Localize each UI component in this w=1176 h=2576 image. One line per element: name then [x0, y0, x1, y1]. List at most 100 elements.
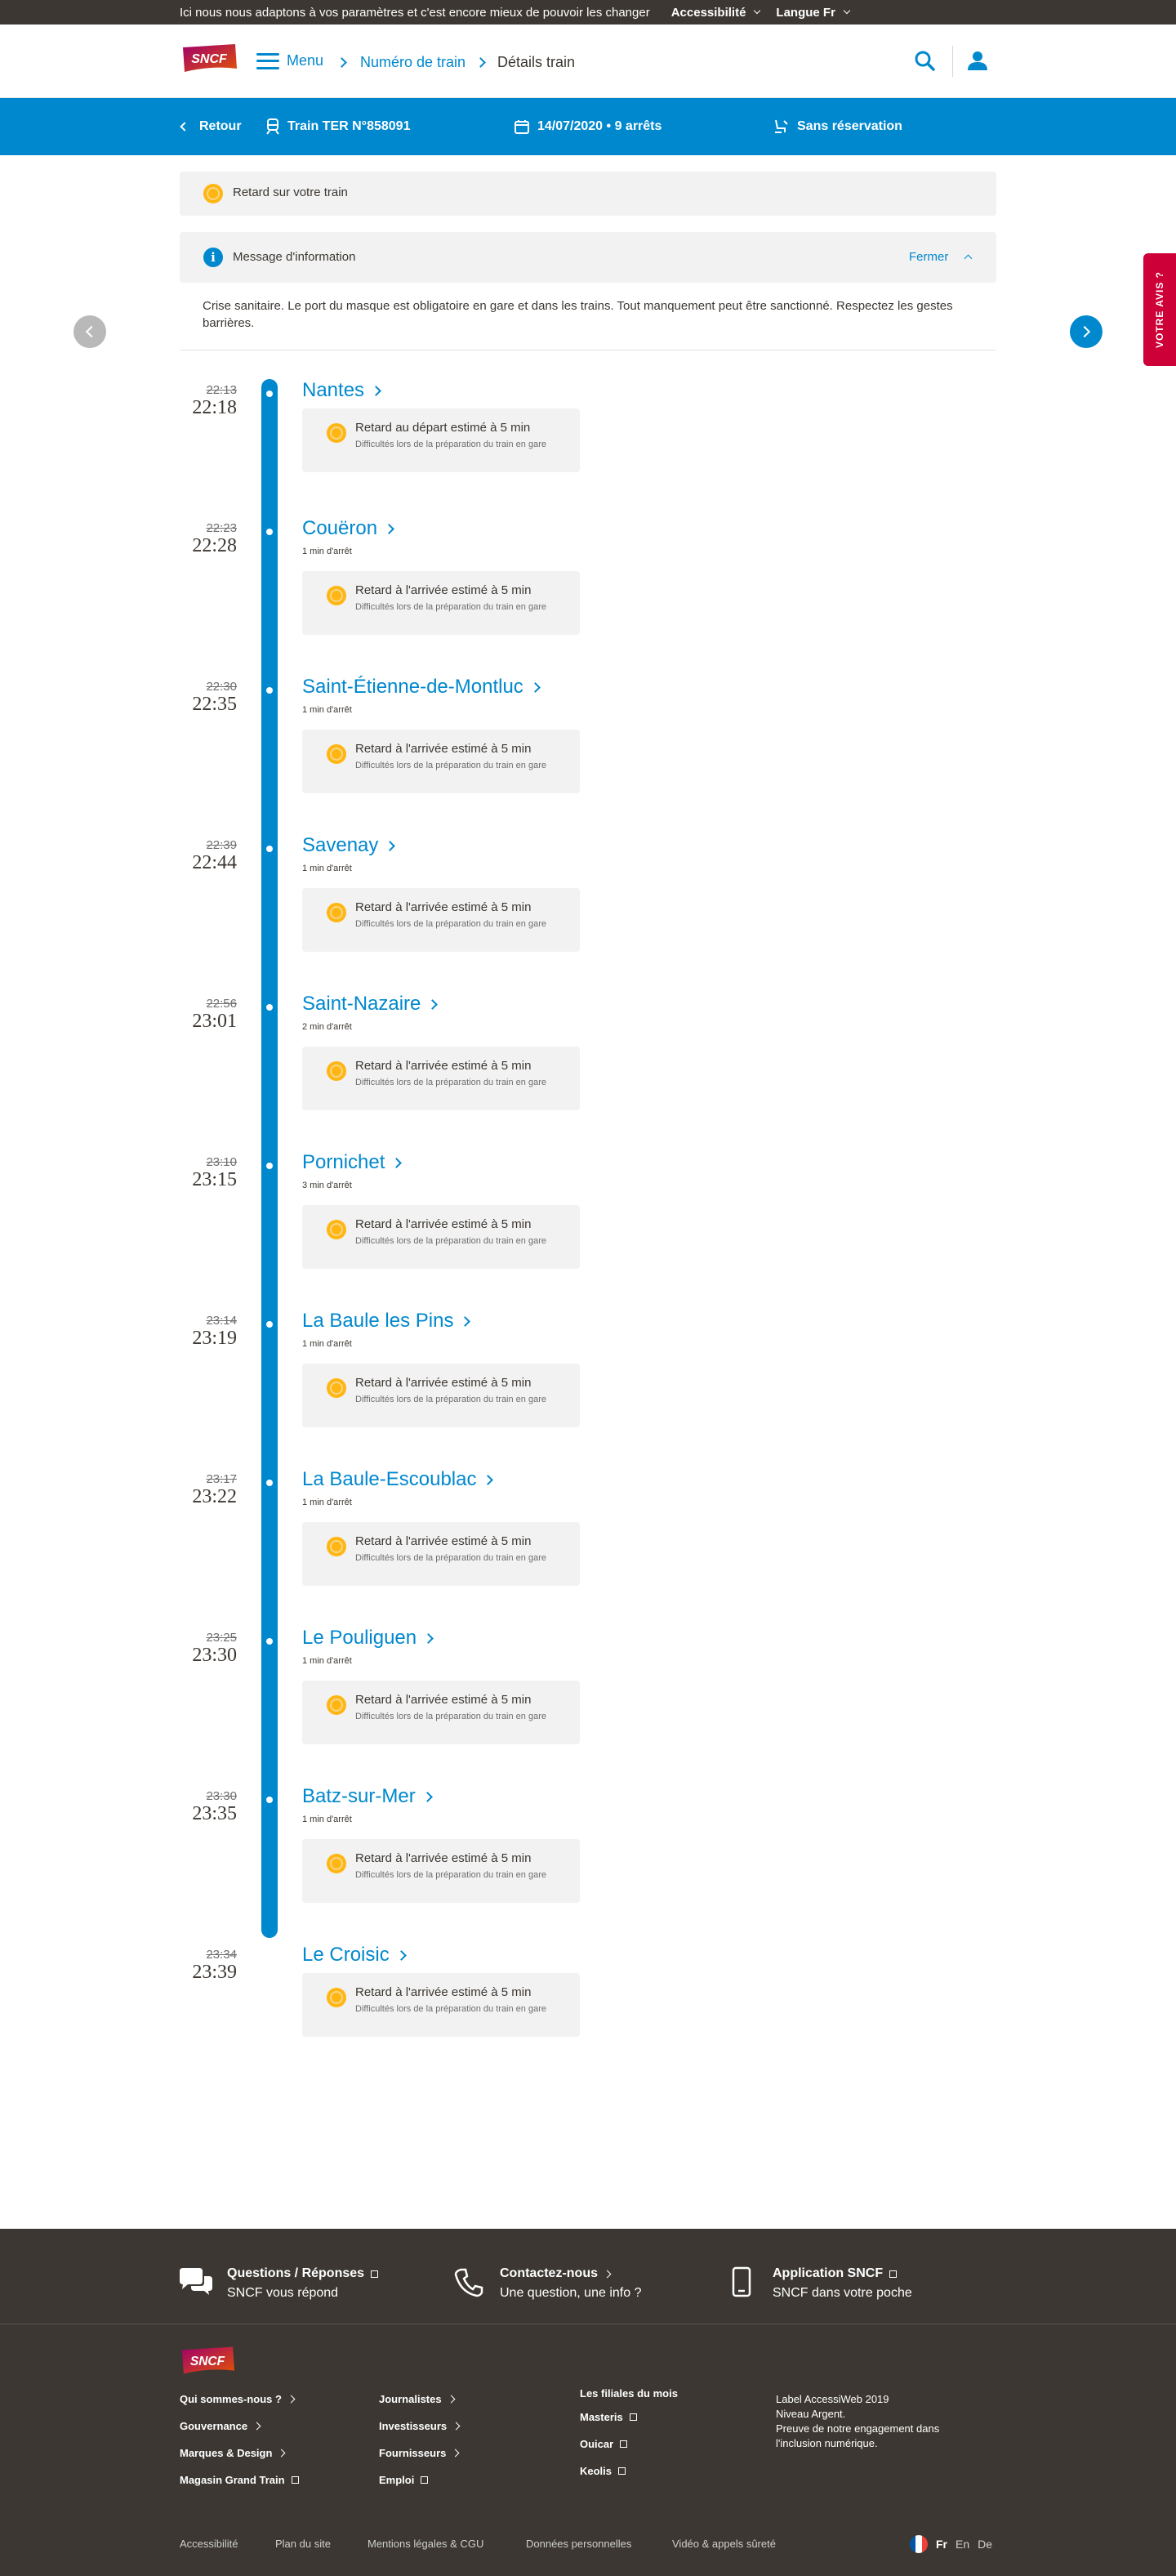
stop-dot [266, 687, 273, 694]
chevron-right-icon [451, 2449, 460, 2458]
accessibility-menu[interactable]: Accessibilité [671, 6, 761, 20]
label-line: Label AccessiWeb 2019 [776, 2393, 889, 2405]
language-de[interactable]: De [978, 2538, 992, 2551]
train-number: Train TER N°858091 [266, 98, 410, 155]
footer-link[interactable]: Marques & Design [180, 2440, 299, 2467]
delay-title: Retard à l'arrivée estimé à 5 min [355, 1693, 532, 1707]
info-text: Crise sanitaire. Le port du masque est o… [203, 299, 953, 330]
info-icon: i [203, 248, 223, 267]
chevron-left-icon [85, 325, 98, 338]
stop-duration: 1 min d'arrêt [302, 1339, 352, 1349]
menu-button[interactable]: Menu [256, 52, 323, 69]
back-label: Retour [199, 119, 242, 133]
stop-duration: 3 min d'arrêt [302, 1181, 352, 1190]
delay-title: Retard à l'arrivée estimé à 5 min [355, 1851, 532, 1865]
footer-bottom-link[interactable]: Données personnelles [526, 2538, 631, 2550]
footer-app-link[interactable]: Application SNCF SNCF dans votre poche [722, 2263, 912, 2302]
hamburger-icon [256, 52, 279, 69]
footer-link[interactable]: Ouicar [580, 2431, 678, 2458]
delay-card: Retard à l'arrivée estimé à 5 min Diffic… [302, 1364, 580, 1427]
scheduled-time: 23:25 [206, 1631, 237, 1645]
delay-title: Retard à l'arrivée estimé à 5 min [355, 1376, 532, 1390]
user-icon[interactable] [964, 47, 991, 75]
previous-button[interactable] [74, 315, 106, 348]
language-menu[interactable]: Langue Fr [776, 6, 851, 20]
timeline-bar [261, 379, 278, 1938]
search-icon[interactable] [911, 47, 939, 75]
station-name: Pornichet [302, 1151, 385, 1173]
footer-bottom-link[interactable]: Plan du site [275, 2538, 331, 2550]
mobile-icon [732, 2266, 751, 2297]
site-footer: Questions / Réponses SNCF vous répond Co… [0, 2229, 1176, 2576]
footer-contact-link[interactable]: Contactez-nous Une question, une info ? [449, 2263, 641, 2302]
reservation-info: Sans réservation [773, 98, 902, 155]
footer-link[interactable]: Journalistes [379, 2386, 459, 2413]
footer-sncf-logo[interactable]: SNCF [179, 2345, 236, 2376]
logo-text: SNCF [190, 2355, 225, 2368]
delay-alert: Retard sur votre train [180, 172, 996, 216]
label-line: Niveau Argent. [776, 2408, 846, 2420]
language-en[interactable]: En [956, 2538, 969, 2551]
footer-link[interactable]: Keolis [580, 2458, 678, 2484]
language-fr[interactable]: Fr [936, 2538, 947, 2551]
sncf-logo[interactable]: SNCF [180, 42, 238, 74]
delay-icon [327, 1378, 346, 1398]
delay-title: Retard à l'arrivée estimé à 5 min [355, 742, 532, 756]
station-link[interactable]: Saint-Étienne-de-Montluc [302, 676, 541, 699]
chevron-right-icon [336, 57, 347, 68]
stop-duration: 1 min d'arrêt [302, 705, 352, 715]
breadcrumb-item-1[interactable]: Numéro de train [336, 54, 466, 71]
station-link[interactable]: Le Pouliguen [302, 1627, 434, 1650]
station-link[interactable]: Pornichet [302, 1151, 403, 1174]
scheduled-time: 22:23 [206, 521, 237, 535]
stop-dot [266, 529, 273, 535]
info-message-header[interactable]: i Message d'information Fermer [180, 232, 996, 283]
stop-duration: 1 min d'arrêt [302, 864, 352, 873]
label-line: l'inclusion numérique. [776, 2437, 878, 2449]
footer-link[interactable]: Masteris [580, 2404, 678, 2431]
station-link[interactable]: La Baule-Escoublac [302, 1468, 494, 1491]
stop-dot [266, 1163, 273, 1169]
footer-link[interactable]: Gouvernance [180, 2413, 299, 2440]
app-title: Application SNCF [773, 2266, 884, 2280]
delay-card: Retard à l'arrivée estimé à 5 min Diffic… [302, 1973, 580, 2037]
station-link[interactable]: Batz-sur-Mer [302, 1785, 433, 1808]
external-link-icon [371, 2270, 379, 2278]
delay-icon [203, 184, 223, 203]
delay-title: Retard à l'arrivée estimé à 5 min [355, 1217, 532, 1231]
back-button[interactable]: Retour [180, 98, 242, 155]
footer-faq-link[interactable]: Questions / Réponses SNCF vous répond [176, 2263, 379, 2302]
delay-card: Retard à l'arrivée estimé à 5 min Diffic… [302, 1047, 580, 1110]
external-link-icon [421, 2476, 429, 2484]
footer-col-3: Les filiales du mois Masteris Ouicar Keo… [580, 2382, 678, 2484]
footer-link[interactable]: Qui sommes-nous ? [180, 2386, 299, 2413]
train-label: Train TER N°858091 [287, 119, 411, 133]
close-info-button[interactable]: Fermer [909, 250, 948, 264]
footer-link[interactable]: Magasin Grand Train [180, 2467, 299, 2493]
station-link[interactable]: Couëron [302, 517, 394, 540]
footer-link[interactable]: Emploi [379, 2467, 459, 2493]
station-link[interactable]: Savenay [302, 834, 396, 857]
chevron-right-icon [460, 1315, 471, 1327]
station-link[interactable]: Le Croisic [302, 1944, 407, 1967]
station-link[interactable]: Nantes [302, 379, 381, 402]
feedback-tab[interactable]: VOTRE AVIS ? [1143, 253, 1176, 366]
estimated-time: 23:22 [192, 1486, 237, 1507]
footer-link[interactable]: Investisseurs [379, 2413, 461, 2440]
delay-card: Retard à l'arrivée estimé à 5 min Diffic… [302, 571, 580, 635]
footer-bottom-link[interactable]: Mentions légales & CGU [368, 2538, 483, 2550]
footer-link[interactable]: Fournisseurs [379, 2440, 460, 2467]
station-name: Le Pouliguen [302, 1627, 417, 1649]
stop-dot [266, 1321, 273, 1328]
adapt-message: Ici nous nous adaptons à vos paramètres … [180, 5, 650, 20]
delay-icon [327, 903, 346, 922]
top-bar: Ici nous nous adaptons à vos paramètres … [0, 0, 1176, 25]
next-button[interactable] [1070, 315, 1102, 348]
footer-bottom-link[interactable]: Vidéo & appels sûreté [672, 2538, 776, 2550]
external-link-icon [618, 2467, 626, 2475]
delay-reason: Difficultés lors de la préparation du tr… [355, 1712, 546, 1721]
station-link[interactable]: Saint-Nazaire [302, 993, 439, 1016]
stop-dot [266, 1638, 273, 1645]
footer-bottom-link[interactable]: Accessibilité [180, 2538, 238, 2550]
station-link[interactable]: La Baule les Pins [302, 1310, 471, 1333]
